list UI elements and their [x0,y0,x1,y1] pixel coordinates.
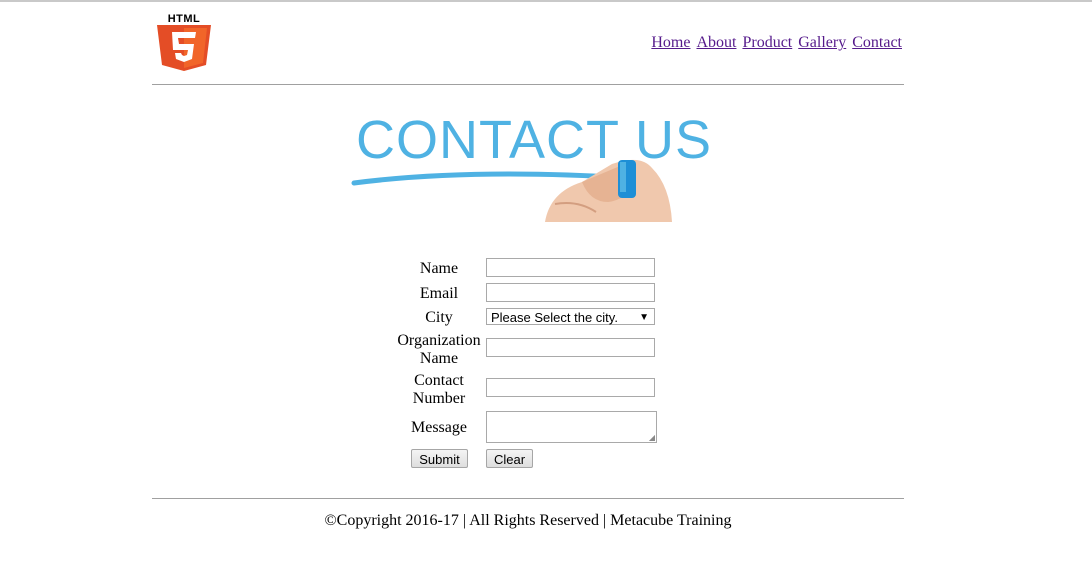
city-select[interactable]: Please Select the city. ▼ [486,308,655,325]
email-label: Email [419,285,459,302]
header-divider [152,84,904,85]
main-nav: Home About Product Gallery Contact [649,34,902,52]
top-border [0,0,1092,3]
contact-number-label-line1: Contact [414,372,464,389]
logo-text: HTML [167,13,201,25]
message-label: Message [411,419,467,436]
city-select-value: Please Select the city. [491,310,618,325]
nav-home-link[interactable]: Home [651,34,690,51]
name-label: Name [419,260,459,277]
dropdown-arrow-icon: ▼ [639,312,649,323]
nav-product-link[interactable]: Product [742,34,792,51]
email-input[interactable] [486,283,655,302]
contact-number-label: Contact Number [390,372,488,408]
clear-button[interactable]: Clear [486,449,533,468]
organization-label: Organization Name [390,332,488,368]
organization-label-line1: Organization [397,332,481,349]
contact-number-input[interactable] [486,378,655,397]
nav-gallery-link[interactable]: Gallery [798,34,846,51]
city-label: City [425,309,453,326]
submit-button[interactable]: Submit [411,449,468,468]
contact-number-label-line2: Number [412,390,466,407]
resize-grip-icon[interactable]: ◢ [649,434,655,442]
organization-input[interactable] [486,338,655,357]
contact-us-banner: CONTACT US [350,104,711,228]
message-textarea[interactable]: ◢ [486,411,657,443]
nav-about-link[interactable]: About [696,34,736,51]
footer-divider [152,498,904,499]
name-input[interactable] [486,258,655,277]
organization-label-line2: Name [419,350,459,367]
html5-shield-icon [157,25,211,71]
hero-heading: CONTACT US [356,110,713,170]
nav-contact-link[interactable]: Contact [852,34,902,51]
footer-copyright: ©Copyright 2016-17 | All Rights Reserved… [324,512,732,529]
html5-logo: HTML [156,14,212,72]
